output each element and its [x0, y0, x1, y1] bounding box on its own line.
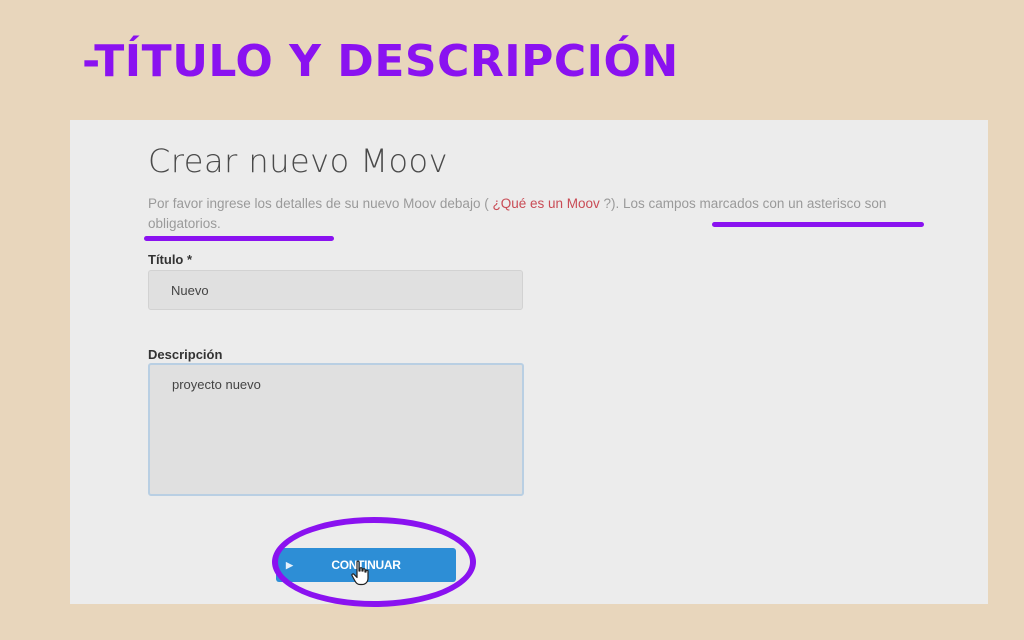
arrow-right-icon: ▶	[286, 560, 293, 570]
form-intro: Por favor ingrese los detalles de su nue…	[148, 194, 938, 234]
annotation-underline-right	[712, 222, 924, 227]
annotation-underline-left	[144, 236, 334, 241]
slide-title: -TÍTULO Y DESCRIPCIÓN	[82, 36, 679, 87]
form-title: Crear nuevo Moov	[148, 142, 449, 180]
hand-pointer-icon	[351, 560, 369, 586]
description-field-label: Descripción	[148, 347, 223, 362]
what-is-moov-link[interactable]: ¿Qué es un Moov	[492, 196, 599, 211]
intro-text-before: Por favor ingrese los detalles de su nue…	[148, 196, 493, 211]
description-textarea[interactable]: proyecto nuevo	[148, 363, 524, 496]
title-field-label: Título *	[148, 252, 193, 267]
title-input[interactable]	[148, 270, 523, 310]
form-screenshot: Crear nuevo Moov Por favor ingrese los d…	[70, 120, 988, 607]
